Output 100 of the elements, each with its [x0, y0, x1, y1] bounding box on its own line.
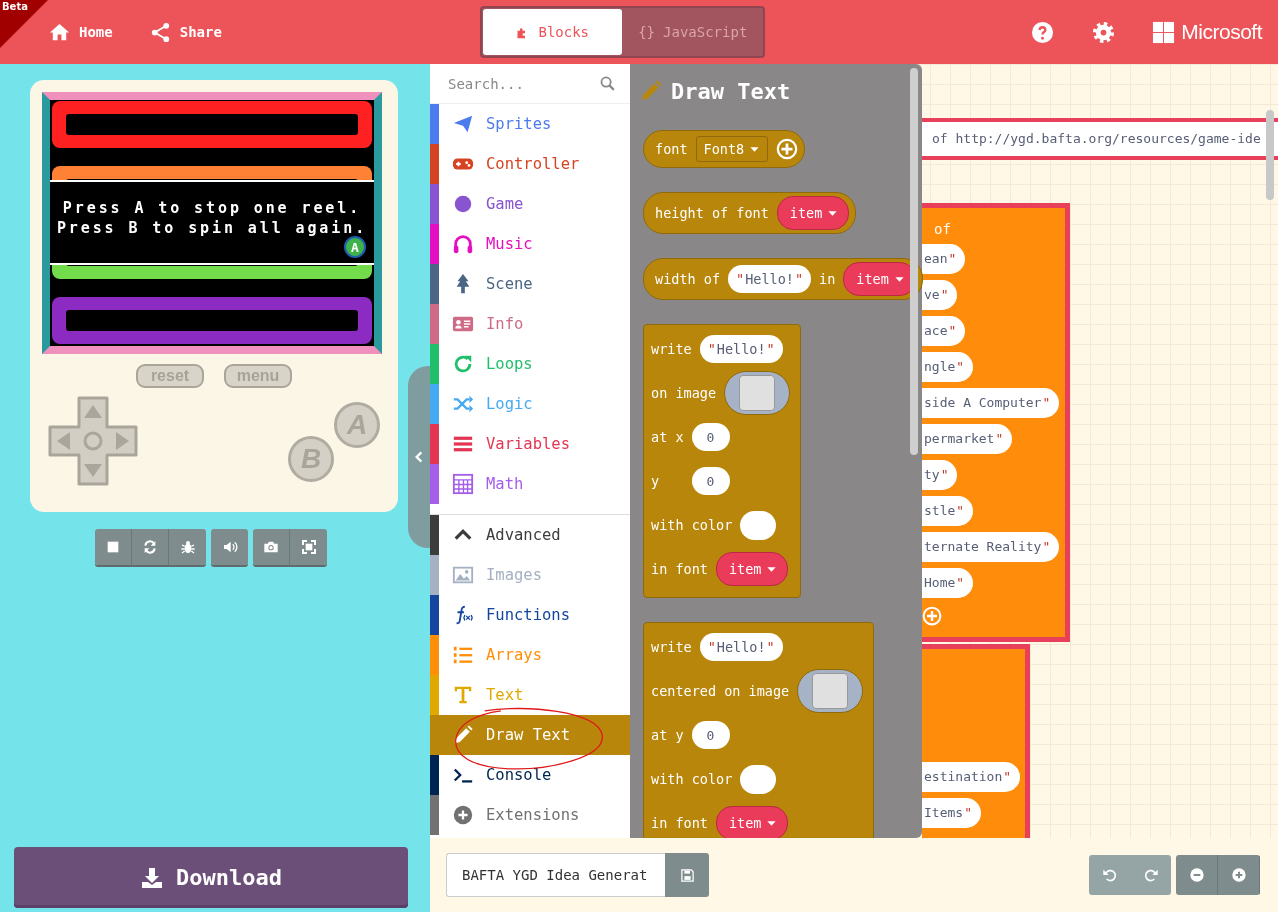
- zoom-out-button[interactable]: [1176, 855, 1218, 895]
- item-dropdown[interactable]: item: [715, 552, 789, 586]
- color-field[interactable]: [740, 764, 777, 794]
- block-label: on image: [651, 385, 717, 401]
- image-field[interactable]: [724, 371, 791, 415]
- save-icon: [679, 867, 695, 883]
- statement-block[interactable]: write "Hello!" centered on image at y 0 with color in font item: [643, 622, 875, 838]
- fullscreen-icon: [300, 539, 317, 555]
- text-field[interactable]: estination": [922, 762, 1021, 792]
- text-field[interactable]: permarket": [922, 424, 1013, 454]
- block-label: y: [651, 473, 661, 489]
- text-field[interactable]: Home": [922, 568, 974, 598]
- block-label: in font: [651, 815, 708, 831]
- speaker-icon: [221, 539, 238, 555]
- stop-button[interactable]: [95, 529, 132, 565]
- block-label: write: [651, 341, 692, 357]
- scrollbar[interactable]: [1266, 110, 1274, 200]
- circle-icon: [452, 193, 474, 215]
- number-field[interactable]: 0: [691, 467, 730, 495]
- pencil-icon: [639, 79, 663, 103]
- statement-block[interactable]: write "Hello!" on image at x 0 y 0 with color in font item: [643, 324, 802, 598]
- fullscreen-button[interactable]: [290, 529, 327, 565]
- project-name-field[interactable]: BAFTA YGD Idea Generat: [446, 853, 665, 897]
- help-icon: [1031, 20, 1055, 44]
- text-field[interactable]: ean": [922, 244, 966, 274]
- category-item[interactable]: Draw Text: [430, 715, 630, 755]
- sound-button[interactable]: [211, 529, 248, 565]
- download-icon: [140, 865, 164, 890]
- zoom-in-button[interactable]: [1218, 855, 1260, 895]
- dialog-text: Press A to stop one reel.: [62, 198, 362, 218]
- text-field[interactable]: stle": [922, 496, 974, 526]
- numbered-list-icon: [452, 644, 474, 666]
- beta-badge: Beta: [0, 0, 48, 48]
- camera-icon: [263, 539, 279, 555]
- image-field[interactable]: [797, 669, 864, 713]
- download-button[interactable]: Download: [14, 847, 408, 908]
- zoom-in-icon: [1230, 867, 1247, 883]
- debug-button[interactable]: [169, 529, 206, 565]
- text-field[interactable]: ve": [922, 280, 958, 310]
- screenshot-button[interactable]: [253, 529, 290, 565]
- block-label: in: [819, 271, 836, 287]
- scrollbar[interactable]: [910, 68, 918, 455]
- block-label: write: [651, 639, 692, 655]
- restart-icon: [142, 539, 158, 555]
- text-field[interactable]: ternate Reality": [922, 532, 1060, 562]
- four-squares-icon: [1152, 20, 1176, 44]
- font-dropdown[interactable]: Font8: [695, 136, 769, 162]
- headphones-icon: [452, 233, 474, 255]
- block-label: of: [933, 220, 952, 239]
- block-label: at y: [651, 727, 684, 743]
- grid-icon: [452, 473, 474, 495]
- text-field[interactable]: ty": [922, 460, 958, 490]
- text-field[interactable]: side A Computer": [922, 388, 1060, 418]
- text-field[interactable]: Items": [922, 798, 981, 828]
- text-field[interactable]: "Hello!": [699, 633, 783, 661]
- reporter-block[interactable]: width of "Hello!" in item: [643, 258, 923, 300]
- text-field[interactable]: ace": [922, 316, 966, 346]
- number-field[interactable]: 0: [691, 423, 730, 451]
- loop-arrow-icon: [452, 353, 474, 375]
- image-icon: [452, 564, 474, 586]
- color-field[interactable]: [740, 510, 777, 540]
- share-link[interactable]: Share: [148, 20, 222, 44]
- shuffle-icon: [452, 393, 474, 415]
- comment-text: of http://ygd.bafta.org/resources/game-ide: [922, 118, 1278, 160]
- redo-button[interactable]: [1130, 855, 1171, 895]
- plus-circle-icon: [776, 138, 799, 160]
- block-label: centered on image: [651, 683, 790, 699]
- reporter-block[interactable]: font Font8: [643, 130, 806, 168]
- block-label: with color: [651, 517, 733, 533]
- number-field[interactable]: 0: [691, 721, 730, 749]
- block-label: with color: [651, 771, 733, 787]
- restart-button[interactable]: [132, 529, 169, 565]
- button-hint-badge: A: [344, 236, 366, 258]
- undo-button[interactable]: [1089, 855, 1130, 895]
- category-title: Draw Text: [671, 78, 791, 104]
- settings-icon: [1092, 20, 1116, 44]
- brand-name: Microsoft: [1181, 20, 1262, 44]
- text-field[interactable]: "Hello!": [699, 335, 783, 363]
- dpad-control[interactable]: [48, 396, 138, 486]
- search-icon: [599, 75, 616, 92]
- stop-icon: [105, 539, 121, 555]
- text-field[interactable]: ngle": [922, 352, 974, 382]
- plus-circle-icon: [452, 804, 474, 826]
- undo-icon: [1101, 867, 1118, 883]
- zoom-out-icon: [1188, 867, 1205, 883]
- search-field[interactable]: Search...: [446, 74, 599, 93]
- text-field[interactable]: "Hello!": [728, 265, 812, 293]
- dialog-text: Press B to spin all again.: [56, 218, 368, 238]
- tab[interactable]: Blocks: [483, 9, 622, 55]
- redo-icon: [1142, 867, 1159, 883]
- letter-t-icon: [452, 684, 474, 706]
- bug-icon: [179, 539, 196, 555]
- collapse-handle[interactable]: [408, 366, 430, 548]
- reporter-block[interactable]: height of font item: [643, 192, 857, 234]
- block-label: width of: [655, 271, 721, 287]
- item-dropdown[interactable]: item: [776, 196, 850, 230]
- icon-button[interactable]: [665, 853, 709, 897]
- paper-plane-icon: [452, 113, 474, 135]
- item-dropdown[interactable]: item: [715, 806, 789, 838]
- home-link[interactable]: Home: [48, 20, 113, 44]
